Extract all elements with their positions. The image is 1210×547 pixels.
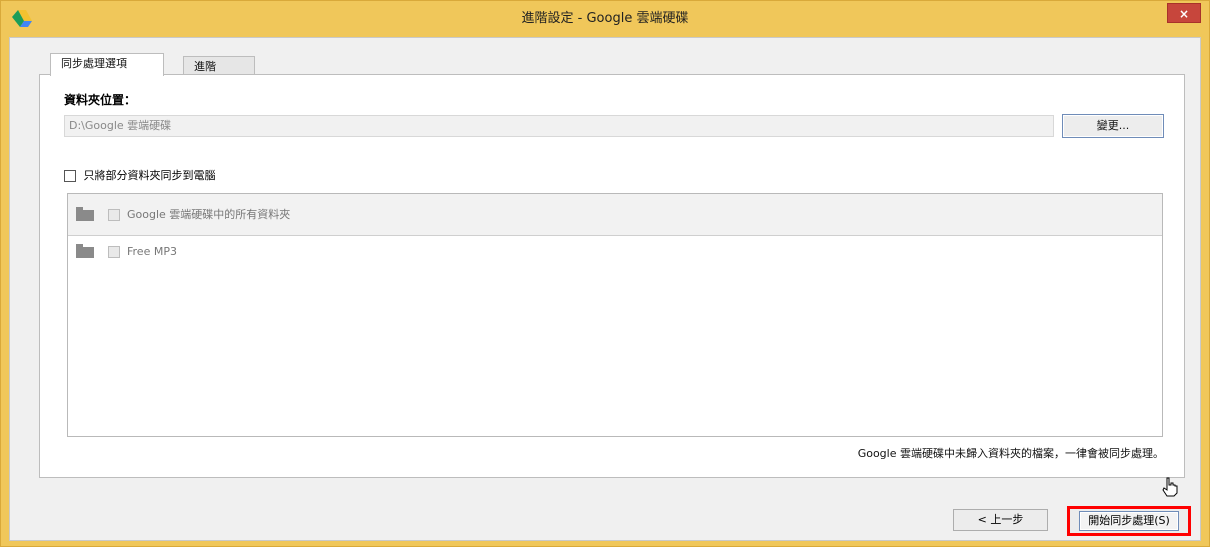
folder-icon bbox=[76, 206, 94, 221]
tab-sync-options[interactable]: 同步處理選項 bbox=[50, 53, 164, 76]
tab-advanced[interactable]: 進階 bbox=[183, 56, 255, 76]
dialog-body: 同步處理選項 進階 資料夾位置： D:\Google 雲端硬碟 變更... 只將… bbox=[9, 37, 1201, 541]
change-button[interactable]: 變更... bbox=[1062, 114, 1164, 138]
all-folders-checkbox[interactable] bbox=[107, 209, 120, 221]
unfiled-files-note: Google 雲端硬碟中未歸入資料夾的檔案，一律會被同步處理。 bbox=[857, 447, 1164, 460]
tree-item-label: Free MP3 bbox=[127, 245, 177, 258]
partial-sync-label: 只將部分資料夾同步到電腦 bbox=[83, 169, 216, 182]
start-sync-label: 開始同步處理(S) bbox=[1079, 511, 1179, 531]
window-title: 進階設定 - Google 雲端硬碟 bbox=[521, 11, 689, 26]
sync-options-panel: 資料夾位置： D:\Google 雲端硬碟 變更... 只將部分資料夾同步到電腦… bbox=[39, 74, 1185, 478]
free-mp3-checkbox[interactable] bbox=[107, 246, 120, 258]
folder-path-field: D:\Google 雲端硬碟 bbox=[64, 115, 1054, 137]
title-bar: 進階設定 - Google 雲端硬碟 × bbox=[1, 1, 1209, 37]
partial-sync-option[interactable]: 只將部分資料夾同步到電腦 bbox=[64, 168, 216, 184]
folder-tree: Google 雲端硬碟中的所有資料夾 Free MP3 bbox=[67, 193, 1163, 437]
tree-item-all-folders: Google 雲端硬碟中的所有資料夾 bbox=[76, 206, 291, 223]
folder-tree-header: Google 雲端硬碟中的所有資料夾 bbox=[68, 194, 1162, 236]
folder-icon bbox=[76, 243, 94, 258]
hand-cursor-icon bbox=[1162, 477, 1178, 497]
settings-window: 進階設定 - Google 雲端硬碟 × 同步處理選項 進階 資料夾位置： D:… bbox=[0, 0, 1210, 547]
close-button[interactable]: × bbox=[1167, 3, 1201, 23]
tree-item-free-mp3: Free MP3 bbox=[76, 243, 177, 260]
tree-item-label: Google 雲端硬碟中的所有資料夾 bbox=[127, 208, 291, 221]
back-button[interactable]: < 上一步 bbox=[953, 509, 1048, 531]
partial-sync-checkbox[interactable] bbox=[64, 170, 76, 182]
folder-location-label: 資料夾位置： bbox=[64, 93, 137, 107]
start-sync-button[interactable]: 開始同步處理(S) bbox=[1067, 506, 1191, 536]
